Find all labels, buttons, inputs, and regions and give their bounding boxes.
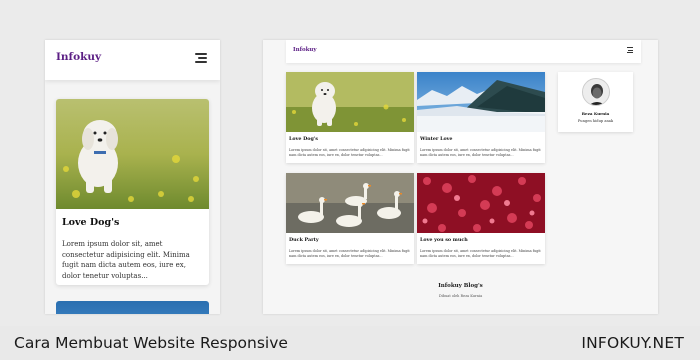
card-title: Winter Love xyxy=(420,136,453,142)
profile-role: Pungen hidup anak xyxy=(577,119,614,123)
hamburger-icon[interactable] xyxy=(627,47,633,53)
desktop-navbar: Infokuy xyxy=(286,40,641,63)
ducks-photo xyxy=(286,173,414,233)
card-title: Love you so much xyxy=(420,237,468,243)
card-text: Lorem ipsum dolor sit, amet consectetur … xyxy=(289,249,410,258)
brand-logo[interactable]: Infokuy xyxy=(56,51,101,63)
mobile-navbar: Infokuy xyxy=(45,40,220,80)
brand-logo[interactable]: Infokuy xyxy=(293,47,317,53)
blog-card[interactable]: Love Dog's Lorem ipsum dolor sit, amet c… xyxy=(56,99,209,285)
profile-card: Reza Kurnia Pungen hidup anak xyxy=(558,72,633,132)
blog-card[interactable]: Love you so much Lorem ipsum dolor sit, … xyxy=(417,173,545,264)
footer-subtitle: Dibuat oleh Reza Kurnia xyxy=(438,294,483,298)
card-title: Love Dog's xyxy=(289,136,318,142)
card-text: Lorem ipsum dolor sit, amet consectetur … xyxy=(62,240,190,280)
winter-photo xyxy=(417,72,545,132)
card-title: Love Dog's xyxy=(62,217,120,228)
footer-title: Infokuy Blog's xyxy=(438,283,483,289)
caption-site: INFOKUY.NET xyxy=(581,334,684,352)
hamburger-icon[interactable] xyxy=(195,53,207,63)
dog-photo xyxy=(56,99,209,209)
card-text: Lorem ipsum dolor sit, amet consectetur … xyxy=(420,148,541,157)
blog-card[interactable]: Love Dog's Lorem ipsum dolor sit, amet c… xyxy=(286,72,414,163)
card-text: Lorem ipsum dolor sit, amet consectetur … xyxy=(289,148,410,157)
card-text: Lorem ipsum dolor sit, amet consectetur … xyxy=(420,249,541,258)
hearts-photo xyxy=(417,173,545,233)
blog-card[interactable]: Duck Party Lorem ipsum dolor sit, amet c… xyxy=(286,173,414,264)
blog-card[interactable]: Winter Love Lorem ipsum dolor sit, amet … xyxy=(417,72,545,163)
avatar xyxy=(582,78,610,106)
winter-photo xyxy=(56,301,209,314)
card-title: Duck Party xyxy=(289,237,319,243)
caption-title: Cara Membuat Website Responsive xyxy=(14,334,288,352)
profile-name: Reza Kurnia xyxy=(581,111,610,116)
desktop-preview: Infokuy Love Dog's Lorem ipsum dolor sit… xyxy=(263,40,658,314)
dog-photo xyxy=(286,72,414,132)
mobile-preview: Infokuy Love Dog's Lorem ipsum dolor sit… xyxy=(45,40,220,314)
screenshot-stage: Infokuy Love Dog's Lorem ipsum dolor sit… xyxy=(0,0,700,326)
